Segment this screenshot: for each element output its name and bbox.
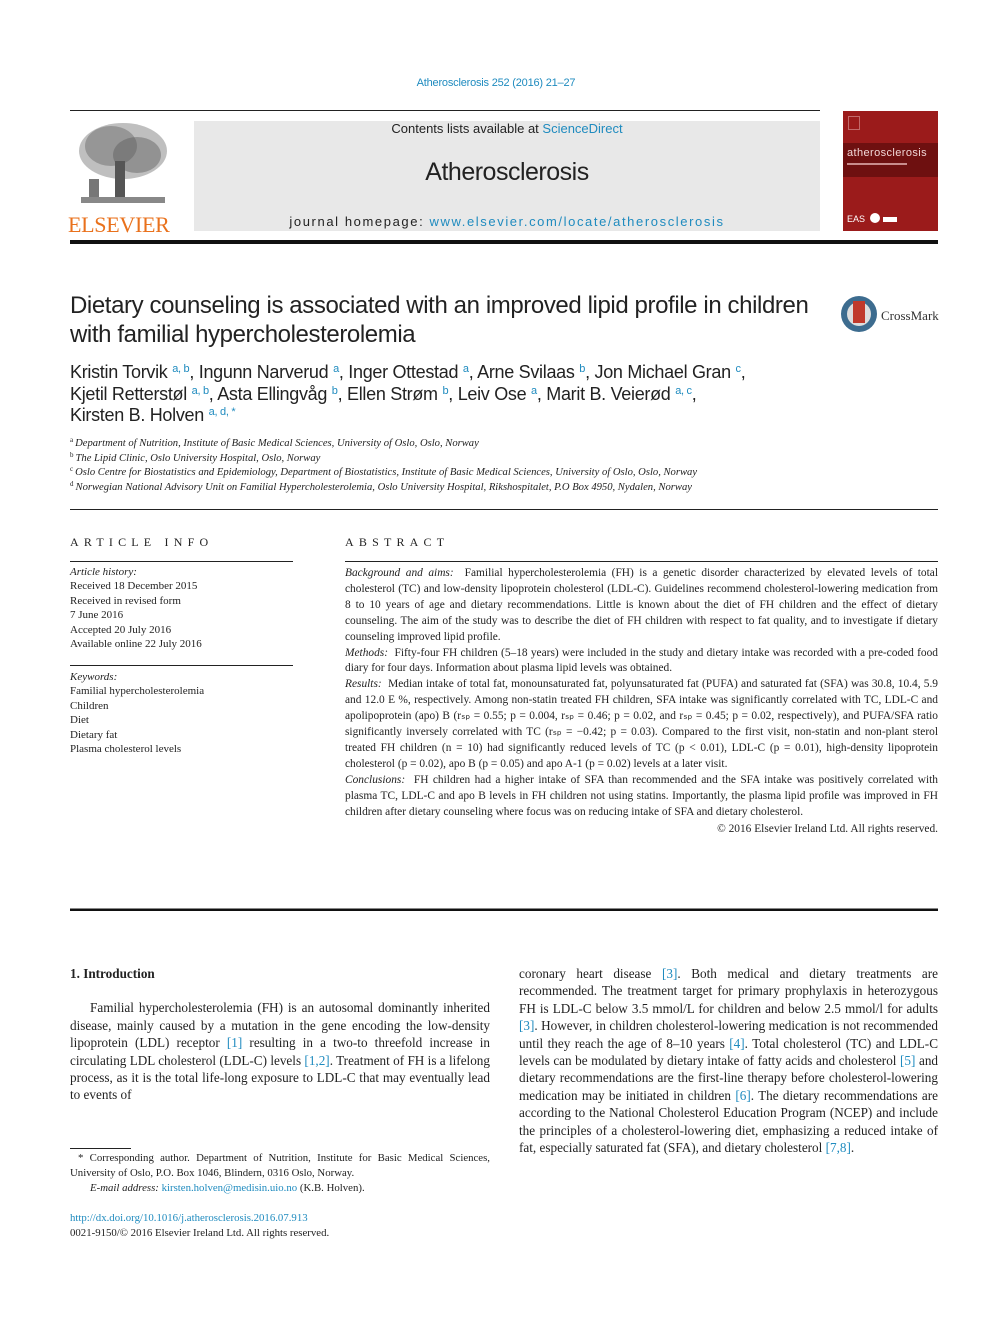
cover-tag-icon [883,217,897,222]
journal-homepage: journal homepage: www.elsevier.com/locat… [194,214,820,229]
article-history-label: Article history: [70,566,137,578]
abstract-methods: Methods: Fifty-four FH children (5–18 ye… [345,646,938,675]
article-info-heading: ARTICLE INFO [70,535,214,549]
keywords: Keywords: Familial hypercholesterolemia … [70,670,295,756]
author: Jon Michael Gran c, [594,362,746,382]
corresponding-author-text: * Corresponding author. Department of Nu… [70,1152,490,1179]
header-rule [70,110,820,111]
doi-block: http://dx.doi.org/10.1016/j.atherosclero… [70,1211,329,1241]
contents-prefix: Contents lists available at [391,121,543,136]
abstract-conclusions: Conclusions: FH children had a higher in… [345,773,938,818]
citation-link[interactable]: [1] [227,1035,242,1050]
doi-link[interactable]: http://dx.doi.org/10.1016/j.atherosclero… [70,1212,308,1224]
author: Inger Ottestad a, [348,362,478,382]
author-list: Kristin Torvik a, b, Ingunn Narverud a, … [70,362,850,427]
affiliation-ref[interactable]: a, c [675,385,692,397]
abstract-rule [345,561,938,562]
keyword[interactable]: Familial hypercholesterolemia [70,684,295,698]
affiliation: d Norwegian National Advisory Unit on Fam… [70,479,692,493]
citation-link[interactable]: [4] [729,1036,744,1051]
history-item: Received 18 December 2015 [70,580,198,593]
elsevier-logo[interactable]: ELSEVIER [68,121,174,236]
body-column-right: coronary heart disease [3]. Both medical… [519,965,938,1156]
citation-link[interactable]: [6] [735,1088,750,1103]
masthead-rule [70,240,938,244]
keyword[interactable]: Dietary fat [70,728,295,742]
history-item: Available online 22 July 2016 [70,638,202,651]
sciencedirect-link[interactable]: ScienceDirect [542,121,622,136]
body-column-left: 1. Introduction Familial hypercholestero… [70,965,490,1104]
cover-title: atherosclerosis [847,147,927,159]
affiliation: a Department of Nutrition, Institute of B… [70,436,479,450]
homepage-prefix: journal homepage: [289,214,430,229]
abstract-body: Background and aims: Familial hyperchole… [345,566,938,837]
abstract-heading: ABSTRACT [345,535,450,549]
cover-emblem-icon [848,116,860,130]
cover-seal-icon [870,213,880,223]
affiliation-ref[interactable]: a, d, * [209,406,236,418]
section-heading-introduction: 1. Introduction [70,966,155,981]
affiliation-list: a Department of Nutrition, Institute of B… [70,437,870,495]
section-divider [70,509,938,510]
author: Arne Svilaas b, [477,362,595,382]
email-line: E-mail address: kirsten.holven@medisin.u… [90,1181,365,1194]
crossmark-label: CrossMark [881,308,939,323]
issn-copyright: 0021-9150/© 2016 Elsevier Ireland Ltd. A… [70,1227,330,1239]
citation-link[interactable]: [5] [900,1053,915,1068]
history-item: 7 June 2016 [70,609,124,622]
contents-available: Contents lists available at ScienceDirec… [194,121,820,136]
affiliation-ref[interactable]: a, b [172,363,189,375]
elsevier-wordmark: ELSEVIER [68,212,170,237]
affiliation: c Oslo Centre for Biostatistics and Epide… [70,465,698,479]
keyword[interactable]: Plasma cholesterol levels [70,742,295,756]
author: Kjetil Retterstøl a, b, [70,383,218,404]
homepage-link[interactable]: www.elsevier.com/locate/atherosclerosis [430,214,725,229]
article-history: Article history: Received 18 December 20… [70,565,295,651]
footnote-rule [70,1148,131,1149]
email-link[interactable]: kirsten.holven@medisin.uio.no [162,1182,298,1194]
intro-paragraph-1: Familial hypercholesterolemia (FH) is an… [70,1000,491,1103]
crossmark-icon [841,296,877,332]
abstract-results: Results: Median intake of total fat, mon… [345,678,938,770]
author-corresponding: Kirsten B. Holven a, d, * [70,405,236,425]
journal-cover-thumbnail[interactable]: atherosclerosis EAS [843,111,938,231]
keywords-label: Keywords: [70,671,118,683]
corresponding-author-footnote: * Corresponding author. Department of Nu… [70,1151,490,1195]
author: Ellen Strøm b, [347,383,458,404]
crossmark-button[interactable]: CrossMark [841,296,941,336]
abstract-background: Background and aims: Familial hyperchole… [345,567,938,643]
citation-link[interactable]: [7,8] [826,1140,851,1155]
author: Marit B. Veierød a, c, [546,383,697,404]
article-title: Dietary counseling is associated with an… [70,292,809,348]
keyword[interactable]: Children [70,699,295,713]
affiliation-ref[interactable]: a, b [192,385,209,397]
journal-reference[interactable]: Atherosclerosis 252 (2016) 21–27 [0,77,992,89]
keyword[interactable]: Diet [70,713,295,727]
author: Ingunn Narverud a, [198,362,349,382]
citation-link[interactable]: [3] [519,1018,534,1033]
journal-masthead: Contents lists available at ScienceDirec… [194,121,820,231]
author: Asta Ellingvåg b, [217,383,348,404]
citation-link[interactable]: [1,2] [304,1053,329,1068]
author: Leiv Ose a, [457,383,547,404]
front-matter-divider [70,908,938,911]
affiliation: b The Lipid Clinic, Oslo University Hospi… [70,450,321,464]
abstract-copyright: © 2016 Elsevier Ireland Ltd. All rights … [717,822,938,835]
history-item: Received in revised form [70,594,181,607]
elsevier-tree-icon [71,121,171,207]
intro-paragraph-1-continued: coronary heart disease [3]. Both medical… [519,966,939,1156]
cover-subtitle-line [847,163,907,165]
history-item: Accepted 20 July 2016 [70,623,172,636]
journal-name: Atherosclerosis [425,158,589,186]
citation-link[interactable]: [3] [662,966,677,981]
cover-society: EAS [847,214,866,224]
keywords-rule [70,665,293,666]
author: Kristin Torvik a, b, [70,362,199,382]
article-info-rule [70,561,293,562]
